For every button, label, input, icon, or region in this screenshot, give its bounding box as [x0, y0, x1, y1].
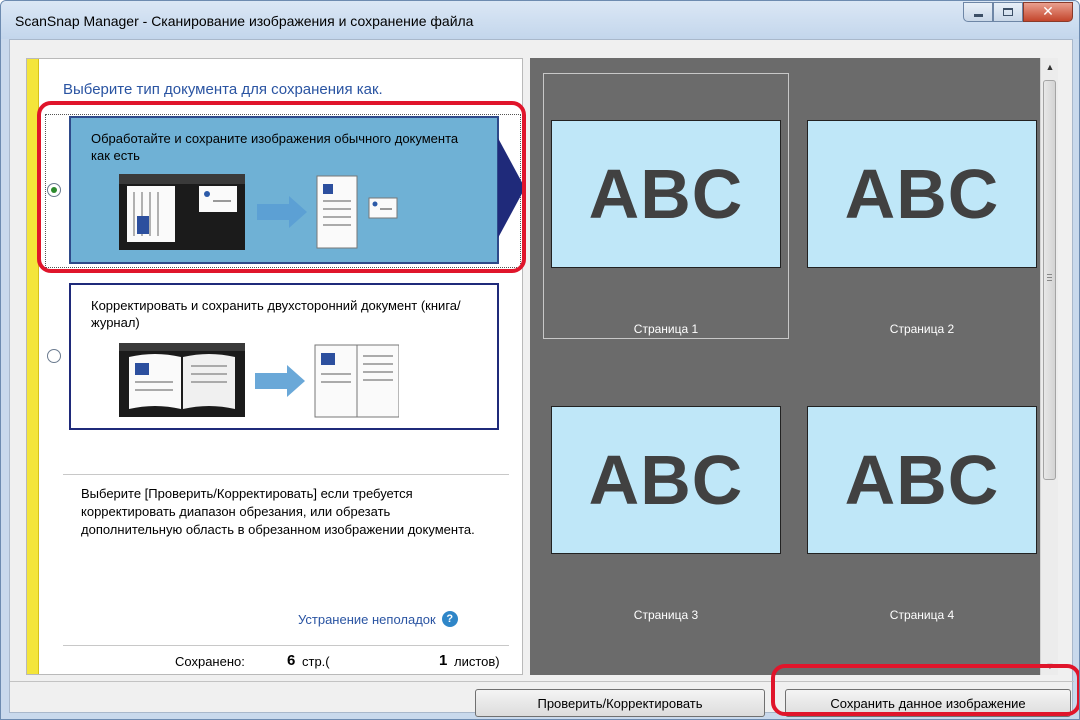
title-bar[interactable]: ScanSnap Manager - Сканирование изображе…	[1, 1, 1079, 39]
page-thumbnail[interactable]: ABC	[807, 120, 1037, 268]
scroll-up-icon[interactable]: ▲	[1041, 58, 1059, 76]
page-text: ABC	[844, 441, 1000, 519]
window-controls: ✕	[963, 2, 1073, 22]
option-double-page[interactable]: Корректировать и сохранить двухсторонний…	[69, 283, 499, 430]
dialog-client-area: Выберите тип документа для сохранения ка…	[9, 39, 1074, 717]
page-text: ABC	[844, 155, 1000, 233]
close-button[interactable]: ✕	[1023, 2, 1073, 22]
highlight-ring-save	[771, 664, 1079, 716]
page-text: ABC	[588, 155, 744, 233]
saved-status: Сохранено: 6 стр.( 1 листов)	[63, 651, 509, 673]
help-text: Выберите [Проверить/Корректировать] если…	[81, 486, 475, 537]
saved-pages-count: 6	[287, 652, 296, 669]
page-caption: Страница 4	[889, 608, 955, 622]
saved-sheets-count: 1	[439, 652, 448, 669]
scrollbar-thumb[interactable]	[1043, 80, 1056, 480]
page-caption: Страница 1	[633, 322, 699, 336]
help-icon: ?	[441, 611, 458, 627]
page-thumbnail[interactable]: ABC	[551, 406, 781, 554]
double-page-illustration	[119, 343, 399, 418]
page-caption: Страница 2	[889, 322, 955, 336]
page-thumbnail[interactable]: ABC	[551, 120, 781, 268]
divider	[63, 474, 509, 475]
highlight-ring-option	[37, 101, 526, 273]
grip-icon	[1047, 274, 1052, 282]
window-title: ScanSnap Manager - Сканирование изображе…	[15, 13, 474, 29]
saved-pages-unit: стр.(	[302, 654, 330, 669]
divider	[63, 645, 509, 646]
minimize-icon	[973, 13, 983, 17]
saved-label: Сохранено:	[175, 654, 245, 669]
option-double-label: Корректировать и сохранить двухсторонний…	[91, 298, 461, 330]
page-thumbnail[interactable]: ABC	[807, 406, 1037, 554]
pane-heading: Выберите тип документа для сохранения ка…	[63, 81, 383, 98]
page-caption: Страница 3	[633, 608, 699, 622]
page-text: ABC	[588, 441, 744, 519]
page-preview-pane: ABC Страница 1 ABC Страница 2 ABC Страни…	[530, 58, 1040, 675]
minimize-button[interactable]	[963, 2, 993, 22]
radio-double-page[interactable]	[47, 349, 61, 363]
close-icon: ✕	[1042, 4, 1054, 20]
troubleshoot-label: Устранение неполадок	[298, 611, 436, 627]
saved-sheets-unit: листов)	[454, 654, 500, 669]
maximize-button[interactable]	[993, 2, 1023, 22]
troubleshoot-link[interactable]: Устранение неполадок ?	[298, 611, 458, 627]
maximize-icon	[1003, 8, 1013, 16]
scansnap-window: ScanSnap Manager - Сканирование изображе…	[0, 0, 1080, 720]
preview-scrollbar[interactable]: ▲ ▼	[1040, 58, 1058, 675]
check-correct-button[interactable]: Проверить/Корректировать	[475, 689, 765, 717]
